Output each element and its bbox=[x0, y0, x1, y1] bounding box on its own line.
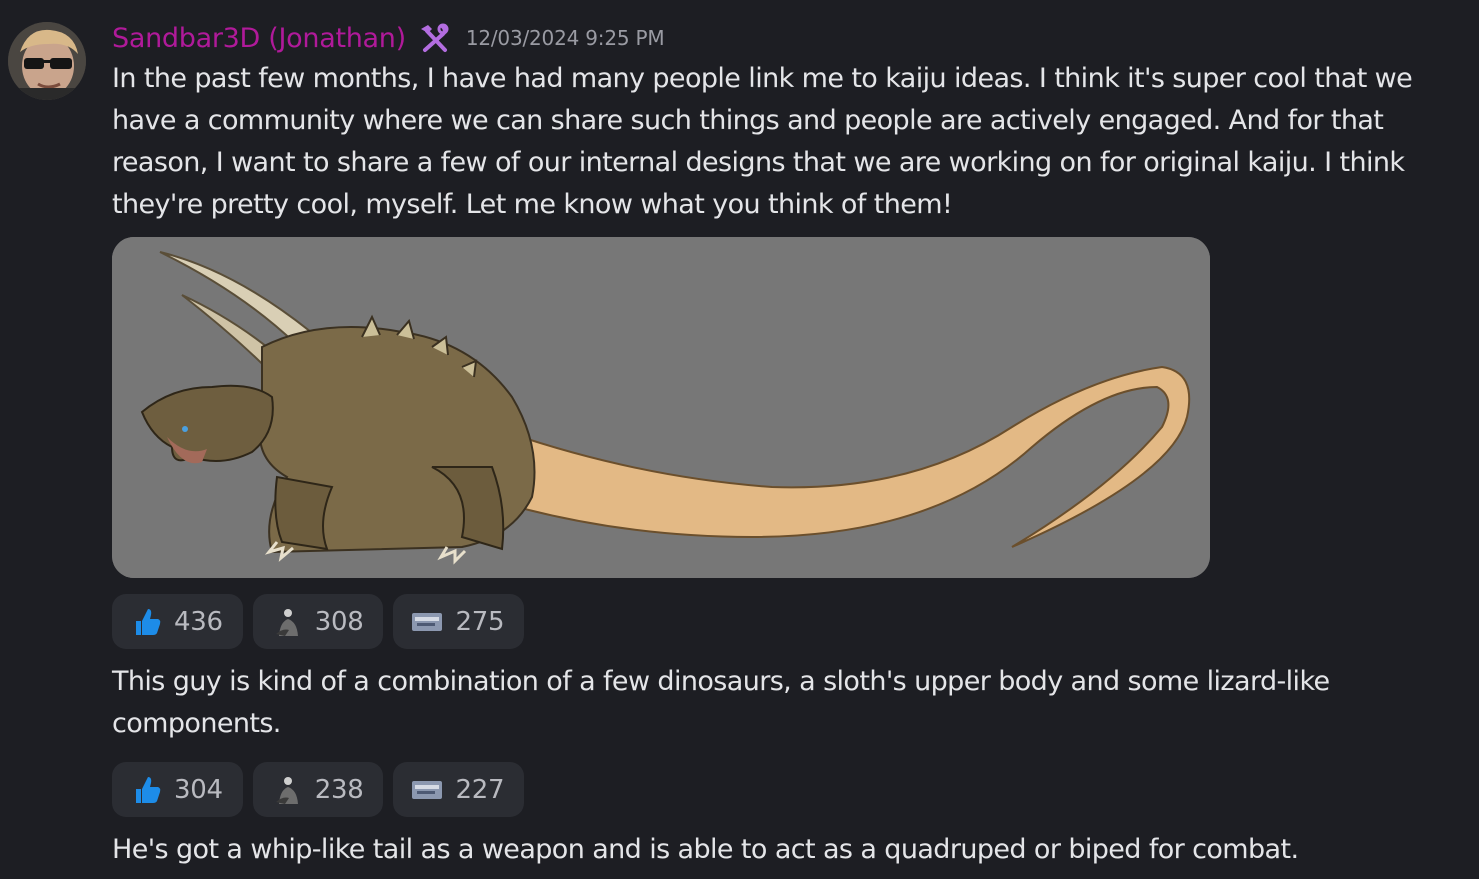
message-header: Sandbar3D (Jonathan) 12/03/2024 9:25 PM bbox=[112, 18, 665, 58]
reaction-count: 227 bbox=[455, 774, 505, 805]
avatar[interactable] bbox=[8, 22, 86, 100]
reaction-bar: 436 308 275 bbox=[112, 594, 525, 649]
reaction-custom-figure[interactable]: 238 bbox=[252, 762, 384, 817]
reaction-custom-card[interactable]: 227 bbox=[393, 762, 525, 817]
custom-figure-emoji bbox=[275, 608, 298, 636]
message-text: He's got a whip-like tail as a weapon an… bbox=[112, 834, 1299, 865]
custom-card-emoji bbox=[412, 780, 443, 799]
thumbs-up-icon bbox=[136, 776, 161, 803]
reaction-custom-figure[interactable]: 308 bbox=[252, 594, 384, 649]
reaction-count: 275 bbox=[455, 606, 505, 637]
reaction-custom-card[interactable]: 275 bbox=[393, 594, 525, 649]
chat-message-group: Sandbar3D (Jonathan) 12/03/2024 9:25 PM … bbox=[0, 0, 1479, 879]
custom-figure-emoji bbox=[275, 776, 298, 804]
reaction-thumbs-up[interactable]: 436 bbox=[112, 594, 243, 649]
timestamp[interactable]: 12/03/2024 9:25 PM bbox=[466, 26, 665, 50]
custom-card-emoji bbox=[412, 612, 443, 631]
reaction-count: 436 bbox=[174, 606, 223, 637]
reaction-bar: 304 238 227 bbox=[112, 762, 525, 817]
reaction-count: 308 bbox=[314, 606, 364, 637]
image-attachment[interactable] bbox=[112, 237, 1210, 578]
thumbs-up-icon bbox=[136, 608, 161, 635]
message-text: This guy is kind of a combination of a f… bbox=[112, 666, 1330, 739]
reaction-count: 238 bbox=[314, 774, 364, 805]
reaction-count: 304 bbox=[174, 774, 223, 805]
message-text: In the past few months, I have had many … bbox=[112, 63, 1413, 220]
avatar-photo bbox=[8, 22, 86, 100]
reaction-thumbs-up[interactable]: 304 bbox=[112, 762, 243, 817]
kaiju-concept-art-image bbox=[112, 237, 1210, 578]
username[interactable]: Sandbar3D (Jonathan) bbox=[112, 23, 406, 54]
hammer-wrench-icon[interactable] bbox=[416, 21, 450, 55]
